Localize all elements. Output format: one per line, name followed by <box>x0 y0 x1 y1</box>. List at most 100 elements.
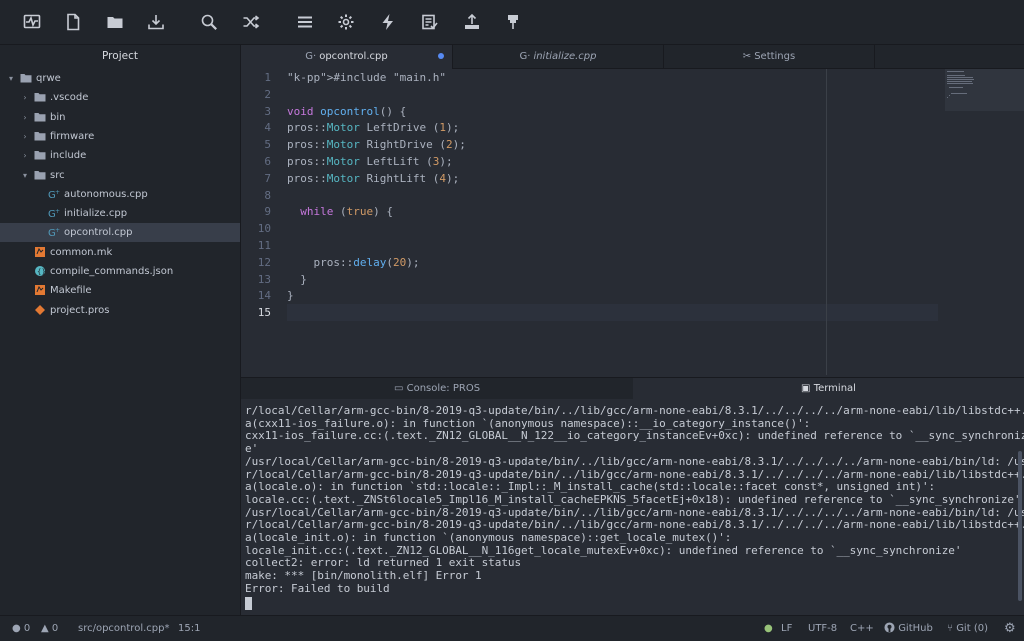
tree-item-common-mk[interactable]: common.mk <box>0 243 240 262</box>
minimap-line <box>949 95 950 96</box>
terminal-line: /usr/local/Cellar/arm-gcc-bin/8-2019-q3-… <box>245 454 1024 468</box>
line-ending[interactable]: LF <box>781 616 792 641</box>
toolbar <box>0 0 1024 45</box>
terminal-line: a(cxx11-ios_failure.o): in function `(an… <box>245 416 811 430</box>
tab-settings[interactable]: ✂ Settings <box>664 45 875 68</box>
tree-item-label: initialize.cpp <box>64 208 128 220</box>
tree-item-makefile[interactable]: Makefile <box>0 281 240 300</box>
tree-item-vscode[interactable]: › .vscode <box>0 88 240 107</box>
git-branch-icon: ⑂ <box>947 623 953 634</box>
tree-item-qrwe[interactable]: ▾ qrwe <box>0 69 240 88</box>
chevron-right-icon[interactable]: › <box>20 88 30 107</box>
tree-item-opcontrol-cpp[interactable]: G + opcontrol.cpp <box>0 223 240 243</box>
bottom-panel-tabs: ▭ Console: PROS ▣ Terminal <box>241 377 1024 400</box>
upload-icon[interactable] <box>460 10 484 34</box>
tree-item-label: qrwe <box>36 73 61 84</box>
minimap[interactable] <box>945 69 1024 375</box>
warnings-indicator[interactable]: ▲ 0 <box>41 616 58 641</box>
error-icon: ● <box>12 623 21 634</box>
svg-text:+: + <box>55 189 60 196</box>
new-file-icon[interactable] <box>61 10 85 34</box>
panel-title: Project <box>102 50 138 62</box>
line-number: 13 <box>257 272 271 286</box>
lightning-icon[interactable] <box>376 10 400 34</box>
tab-terminal[interactable]: ▣ Terminal <box>633 378 1024 399</box>
tree-item-src[interactable]: ▾ src <box>0 166 240 185</box>
chevron-down-icon[interactable]: ▾ <box>6 69 16 88</box>
checklist-icon[interactable] <box>418 10 442 34</box>
file-path[interactable]: src/opcontrol.cpp* <box>78 616 169 641</box>
code-line: pros::delay(20); <box>287 255 420 269</box>
error-count: 0 <box>23 623 31 634</box>
project-tree-panel: Project ▾ qrwe › .vscode › bin › firmware › inclu… <box>0 45 241 615</box>
tab-initialize[interactable]: G· initialize.cpp <box>453 45 664 68</box>
open-folder-icon[interactable] <box>103 10 127 34</box>
svg-text:+: + <box>55 208 60 215</box>
line-number: 8 <box>264 188 271 202</box>
code-line: pros::Motor LeftLift (3); <box>287 155 453 168</box>
line-number: 6 <box>264 155 271 168</box>
chevron-down-icon[interactable]: ▾ <box>20 166 30 185</box>
terminal-line: r/local/Cellar/arm-gcc-bin/8-2019-q3-upd… <box>245 518 1024 532</box>
tree-item-initialize-cpp[interactable]: G + initialize.cpp <box>0 204 240 223</box>
minimap-line <box>947 81 972 82</box>
minimap-line <box>947 79 974 80</box>
line-number: 15 <box>257 306 271 320</box>
line-number: 7 <box>264 171 271 185</box>
line-number: 11 <box>257 239 271 252</box>
folder-icon <box>34 111 46 123</box>
tab-opcontrol[interactable]: G· opcontrol.cpp <box>241 45 453 69</box>
menu-icon[interactable] <box>293 10 317 34</box>
code-line: pros::Motor LeftDrive (1); <box>287 121 460 135</box>
settings-gear-icon[interactable]: ⚙ <box>1004 616 1016 641</box>
grammar[interactable]: C++ <box>850 616 874 641</box>
terminal-line: e' <box>245 442 259 456</box>
tree-item-bin[interactable]: › bin <box>0 108 240 127</box>
terminal-output[interactable]: r/local/Cellar/arm-gcc-bin/8-2019-q3-upd… <box>241 399 1024 615</box>
cpp-file-icon: G· <box>305 51 317 62</box>
tree-item-project-pros[interactable]: project.pros <box>0 301 240 320</box>
terminal-cursor <box>245 597 252 610</box>
settings-icon[interactable] <box>334 10 358 34</box>
code-line: } <box>287 289 294 303</box>
tree-item-firmware[interactable]: › firmware <box>0 127 240 146</box>
encoding[interactable]: UTF-8 <box>808 616 837 641</box>
tree-item-label: firmware <box>50 130 95 142</box>
git-button[interactable]: ⑂ Git (0) <box>947 616 988 641</box>
make-file-icon <box>34 284 46 296</box>
cpp-file-icon: G + <box>48 207 60 220</box>
terminal-line: locale_init.cc:(.text._ZN12_GLOBAL__N_11… <box>245 543 962 557</box>
tree-item-compile-commands-json[interactable]: {} compile_commands.json <box>0 262 240 281</box>
terminal-line: collect2: error: ld returned 1 exit stat… <box>245 556 522 570</box>
line-number: 1 <box>264 71 271 84</box>
tree-item-label: autonomous.cpp <box>64 188 148 200</box>
tab-label: initialize.cpp <box>533 51 597 62</box>
github-button[interactable]: GitHub <box>884 616 933 641</box>
terminal-line: r/local/Cellar/arm-gcc-bin/8-2019-q3-upd… <box>245 404 1024 417</box>
terminal-scrollbar[interactable] <box>1018 451 1022 601</box>
terminal-line: /usr/local/Cellar/arm-gcc-bin/8-2019-q3-… <box>245 505 1024 519</box>
chevron-right-icon[interactable]: › <box>20 127 30 146</box>
chevron-right-icon[interactable]: › <box>20 146 30 165</box>
tab-console-pros[interactable]: ▭ Console: PROS <box>241 378 633 399</box>
pros-terminal-icon[interactable] <box>501 10 525 34</box>
terminal-line: Error: Failed to build <box>245 581 390 595</box>
chevron-right-icon[interactable]: › <box>20 108 30 127</box>
tree-item-label: src <box>50 169 65 181</box>
cursor-position[interactable]: 15:1 <box>178 616 200 641</box>
line-number: 10 <box>257 222 271 236</box>
errors-indicator[interactable]: ● 0 <box>12 616 30 641</box>
download-icon[interactable] <box>144 10 168 34</box>
search-icon[interactable] <box>197 10 221 34</box>
tree-item-include[interactable]: › include <box>0 146 240 165</box>
wrap-guide <box>826 69 827 375</box>
activity-monitor-icon[interactable] <box>20 10 44 34</box>
shuffle-icon[interactable] <box>239 10 263 34</box>
line-number: 2 <box>264 87 271 101</box>
minimap-line <box>951 93 967 94</box>
tree-item-autonomous-cpp[interactable]: G + autonomous.cpp <box>0 185 240 204</box>
code-editor[interactable]: 1 2 3 4 5 6 7 8 9 10 11 12 13 14 15 "k-pp">#include "m… <box>241 69 941 375</box>
console-icon: ▭ <box>393 383 407 394</box>
modified-indicator <box>438 53 444 59</box>
code-line: pros::Motor RightDrive (2); <box>287 138 466 152</box>
